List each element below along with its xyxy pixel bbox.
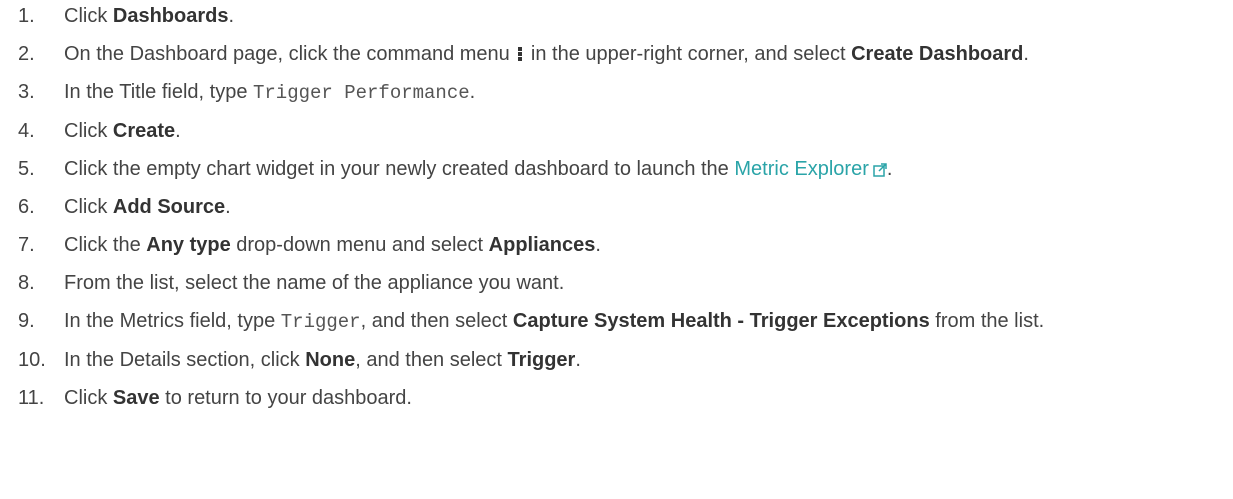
step-5: 5. Click the empty chart widget in your … (18, 157, 1218, 181)
step-number: 9. (18, 310, 35, 332)
step-number: 8. (18, 272, 35, 294)
ui-term-appliances: Appliances (488, 234, 596, 256)
step-11: 11. Click Save to return to your dashboa… (18, 386, 1218, 410)
step-text: In the Details section, click None, and … (64, 349, 581, 371)
metric-explorer-link[interactable]: Metric Explorer (734, 158, 887, 180)
step-text: In the Metrics field, type Trigger, and … (64, 310, 1045, 333)
step-number: 3. (18, 81, 35, 103)
step-8: 8. From the list, select the name of the… (18, 271, 1218, 295)
step-number: 11. (18, 387, 45, 409)
instruction-steps: 1. Click Dashboards. 2. On the Dashboard… (0, 0, 1218, 410)
ui-term-create: Create (112, 120, 176, 142)
step-1: 1. Click Dashboards. (18, 4, 1218, 28)
step-text: Click the Any type drop-down menu and se… (64, 234, 601, 256)
step-9: 9. In the Metrics field, type Trigger, a… (18, 309, 1218, 334)
step-number: 5. (18, 158, 35, 180)
code-trigger: Trigger (280, 311, 361, 333)
step-number: 1. (18, 5, 35, 27)
step-number: 7. (18, 234, 35, 256)
step-text: In the Title field, type Trigger Perform… (64, 81, 476, 104)
step-4: 4. Click Create. (18, 119, 1218, 143)
step-text: Click Create. (64, 120, 181, 142)
code-trigger-performance: Trigger Performance (253, 82, 470, 104)
step-text: Click Dashboards. (64, 5, 235, 27)
step-10: 10. In the Details section, click None, … (18, 348, 1218, 372)
ui-term-save: Save (112, 387, 160, 409)
step-text: Click Save to return to your dashboard. (64, 387, 412, 409)
vertical-dots-icon (518, 47, 523, 61)
step-text: Click Add Source. (64, 196, 231, 218)
step-number: 2. (18, 43, 35, 65)
ui-term-trigger: Trigger (507, 349, 576, 371)
ui-term-any-type: Any type (146, 234, 231, 256)
step-7: 7. Click the Any type drop-down menu and… (18, 233, 1218, 257)
step-number: 4. (18, 120, 35, 142)
ui-term-dashboards: Dashboards (112, 5, 229, 27)
step-text: On the Dashboard page, click the command… (64, 43, 1029, 65)
ui-term-capture-system-health: Capture System Health - Trigger Exceptio… (512, 310, 930, 332)
ui-term-none: None (305, 349, 356, 371)
step-2: 2. On the Dashboard page, click the comm… (18, 42, 1218, 66)
step-number: 6. (18, 196, 35, 218)
ui-term-add-source: Add Source (112, 196, 226, 218)
step-6: 6. Click Add Source. (18, 195, 1218, 219)
step-text: Click the empty chart widget in your new… (64, 158, 893, 180)
step-text: From the list, select the name of the ap… (64, 272, 565, 294)
step-3: 3. In the Title field, type Trigger Perf… (18, 80, 1218, 105)
ui-term-create-dashboard: Create Dashboard (851, 43, 1024, 65)
step-number: 10. (18, 349, 46, 371)
external-link-icon[interactable] (873, 163, 887, 177)
